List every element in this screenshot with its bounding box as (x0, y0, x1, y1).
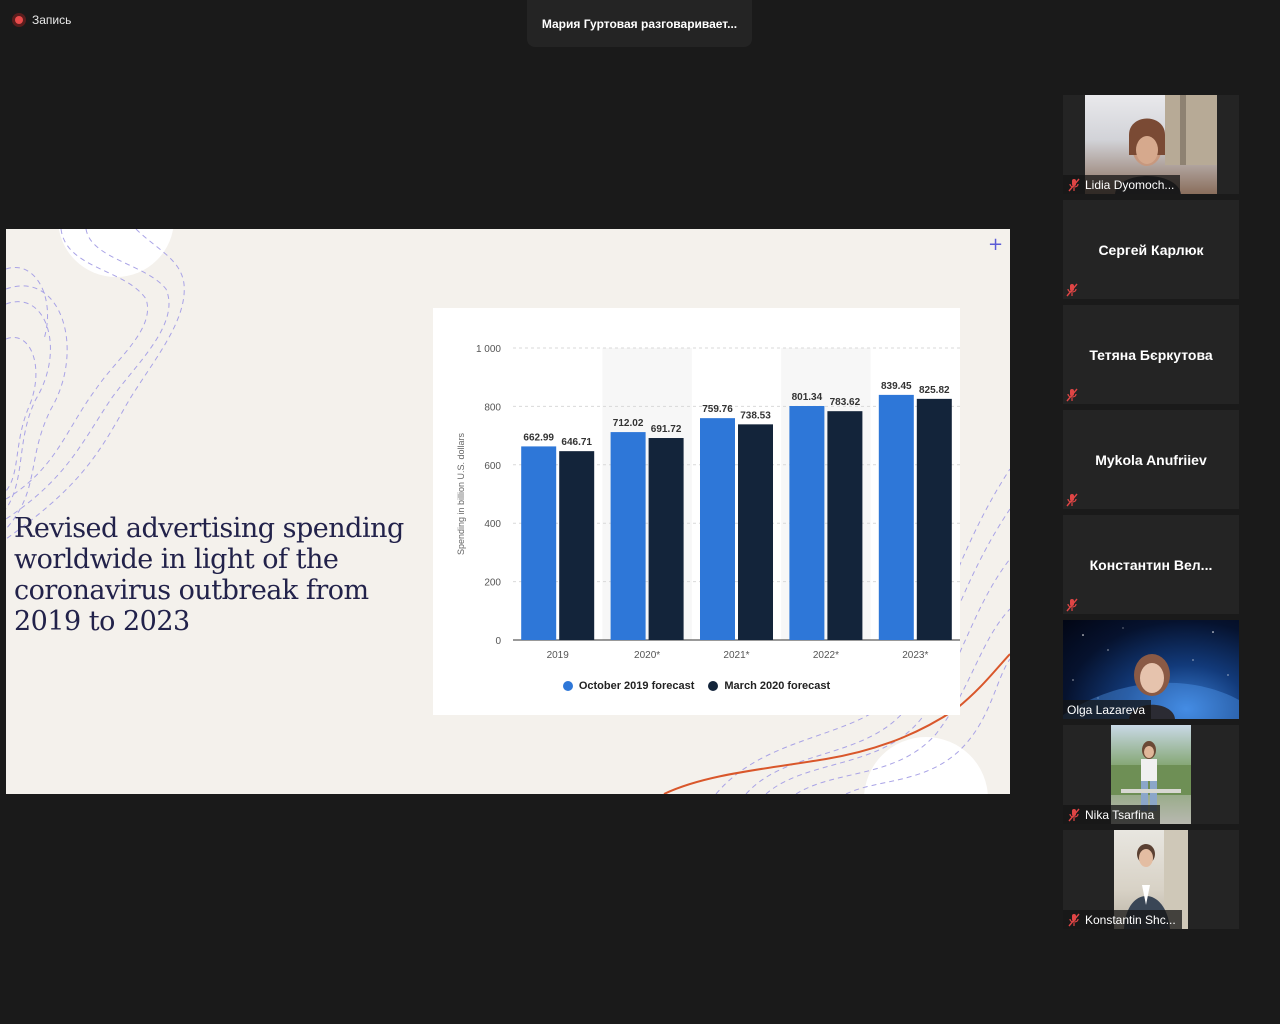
bar-value-label: 662.99 (523, 432, 554, 443)
x-tick-label: 2021* (723, 650, 749, 661)
participant-label: Lidia Dyomoch... (1063, 175, 1181, 194)
participant-tile-konstantin-shc[interactable]: Konstantin Shc... (1063, 830, 1239, 929)
x-tick-label: 2022* (813, 650, 839, 661)
y-tick-label: 400 (484, 519, 501, 530)
plus-icon[interactable]: + (988, 235, 1003, 255)
bar-value-label: 759.76 (702, 404, 733, 415)
participant-tile-mykola[interactable]: Mykola Anufriiev (1063, 410, 1239, 509)
participant-tile-lidia[interactable]: Lidia Dyomoch... (1063, 95, 1239, 194)
legend-label-october-2019: October 2019 forecast (578, 680, 695, 692)
chart-card: 0 200 400 600 800 1 000 Spending in billion U.… (433, 308, 960, 715)
bar-value-label: 825.82 (919, 385, 950, 396)
x-tick-label: 2020* (634, 650, 660, 661)
recording-label: Запись (32, 13, 72, 27)
chart-bar (559, 451, 595, 640)
bar-value-label: 783.62 (830, 397, 861, 408)
legend-dot-october-2019 (562, 681, 573, 691)
participant-tile-sergey[interactable]: Сергей Карлюк (1063, 200, 1239, 299)
active-speaker-banner: Мария Гуртовая разговаривает... (527, 0, 752, 47)
bar-value-label: 738.53 (740, 410, 771, 421)
legend-label-march-2020: March 2020 forecast (724, 680, 831, 692)
participant-label: Konstantin Shc... (1063, 910, 1182, 929)
shared-screen: + Revised advertising spending worldwide… (6, 229, 1010, 794)
chart-bar (789, 406, 825, 640)
chart-bar (738, 424, 773, 640)
chart-legend: October 2019 forecast March 2020 forecas… (433, 680, 960, 692)
y-tick-label: 0 (495, 636, 501, 647)
participant-name: Lidia Dyomoch... (1085, 177, 1175, 192)
participant-tile-nika[interactable]: Nika Tsarfina (1063, 725, 1239, 824)
participant-tile-tetiana[interactable]: Тетяна Бєркутова (1063, 305, 1239, 404)
mic-muted-icon (1066, 493, 1078, 507)
legend-item-october-2019[interactable]: October 2019 forecast (562, 680, 695, 692)
y-tick-label: 600 (484, 461, 501, 472)
y-axis-label: Spending in billion U.S. dollars (456, 432, 466, 555)
bar-value-label: 801.34 (792, 392, 823, 403)
chart-bar (521, 446, 557, 640)
participant-label: Nika Tsarfina (1063, 805, 1161, 824)
chart-bar (648, 438, 684, 640)
chart-bar (700, 418, 735, 640)
chart-bar (916, 398, 952, 640)
mic-muted-icon (1068, 178, 1080, 191)
participant-name: Mykola Anufriiev (1095, 451, 1207, 468)
participant-tile-konstantin-vel[interactable]: Константин Вел... (1063, 515, 1239, 614)
chart-bar (878, 394, 914, 640)
bar-value-label: 691.72 (651, 424, 682, 435)
y-tick-label: 200 (484, 578, 501, 589)
slide-title: Revised advertising spending worldwide i… (14, 513, 404, 637)
legend-dot-march-2020 (708, 681, 719, 691)
mic-muted-icon (1066, 283, 1078, 297)
participant-name: Константин Вел... (1089, 556, 1213, 573)
participant-name: Olga Lazareva (1067, 702, 1146, 717)
x-tick-label: 2023* (902, 650, 928, 661)
bar-chart: 0 200 400 600 800 1 000 Spending in billion U.… (456, 344, 960, 661)
bar-value-label: 839.45 (881, 381, 912, 392)
recording-indicator[interactable]: Запись (12, 12, 71, 28)
y-tick-label: 1 000 (476, 344, 501, 355)
legend-item-march-2020[interactable]: March 2020 forecast (708, 680, 830, 692)
bar-value-label: 646.71 (561, 437, 592, 448)
participant-name: Konstantin Shc... (1085, 912, 1176, 927)
participant-name: Nika Tsarfina (1085, 807, 1155, 822)
participant-tile-olga[interactable]: Olga Lazareva (1063, 620, 1239, 719)
mic-muted-icon (1068, 913, 1080, 926)
y-tick-label: 800 (484, 402, 501, 413)
record-icon (12, 13, 26, 27)
bar-value-label: 712.02 (613, 418, 644, 429)
x-tick-label: 2019 (547, 650, 570, 661)
participant-name: Тетяна Бєркутова (1089, 346, 1213, 363)
active-speaker-text: Мария Гуртовая разговаривает... (541, 16, 738, 31)
mic-muted-icon (1066, 598, 1078, 612)
chart-bar (827, 411, 863, 640)
chart-bar (610, 432, 646, 640)
mic-muted-icon (1066, 388, 1078, 402)
participant-name: Сергей Карлюк (1098, 241, 1204, 258)
participant-label: Olga Lazareva (1063, 700, 1152, 719)
mic-muted-icon (1068, 808, 1080, 821)
